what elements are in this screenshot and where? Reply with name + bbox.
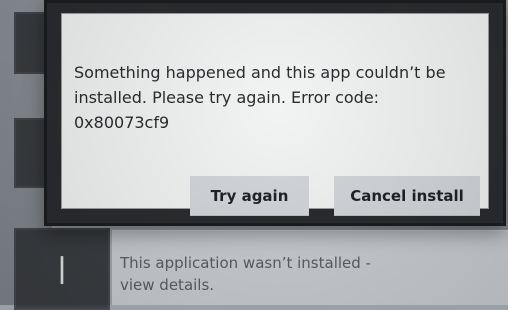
install-notification-text[interactable]: This application wasn’t installed - view… <box>120 252 500 296</box>
error-message: Something happened and this app couldn’t… <box>74 60 494 135</box>
cancel-install-button[interactable]: Cancel install <box>334 176 480 216</box>
notification-line-1: This application wasn’t installed - <box>120 254 371 272</box>
app-tile-icon: ❘ <box>51 249 73 289</box>
notification-line-2: view details. <box>120 276 215 294</box>
error-message-line-1: Something happened and this app couldn’t… <box>74 63 446 82</box>
try-again-button[interactable]: Try again <box>190 176 309 216</box>
app-tile-3[interactable]: ❘ <box>14 228 110 310</box>
error-message-line-3: 0x80073cf9 <box>74 113 170 132</box>
error-message-line-2: installed. Please try again. Error code: <box>74 88 380 107</box>
